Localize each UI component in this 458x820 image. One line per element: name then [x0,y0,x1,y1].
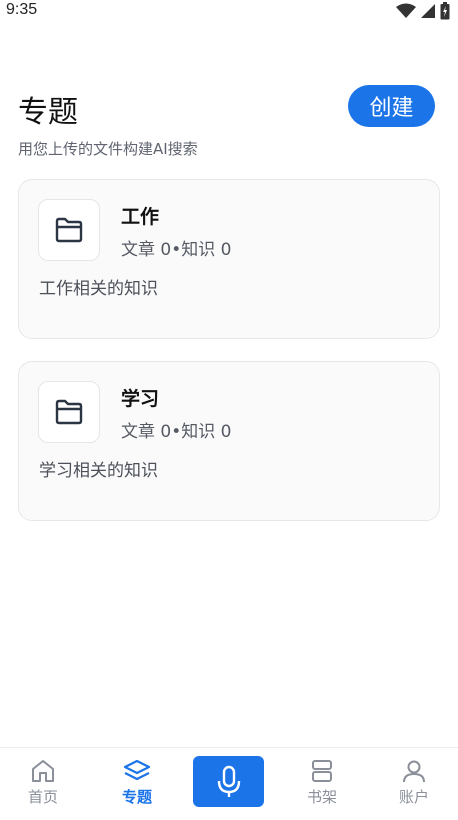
cell-signal-icon [421,4,435,18]
topic-icon-box [38,381,100,443]
topic-card-study[interactable]: 学习 文章 0•知识 0 学习相关的知识 [18,361,440,521]
bottom-nav: 首页 专题 书架 账户 [0,747,458,820]
folder-icon [55,217,83,243]
battery-icon [440,2,450,20]
nav-item-bookshelf[interactable]: 书架 [282,748,362,820]
home-icon [32,760,54,782]
wifi-icon [396,3,416,18]
status-time: 9:35 [6,1,38,18]
create-button[interactable]: 创建 [348,85,435,127]
folder-icon [55,399,83,425]
topic-icon-box [38,199,100,261]
microphone-icon [217,765,240,797]
topic-description: 工作相关的知识 [39,279,158,299]
topic-title: 学习 [121,388,160,410]
status-bar: 9:35 [0,0,458,24]
nav-item-topics[interactable]: 专题 [97,748,177,820]
topic-card-work[interactable]: 工作 文章 0•知识 0 工作相关的知识 [18,179,440,339]
topic-meta: 文章 0•知识 0 [121,240,232,260]
nav-label: 专题 [121,788,152,806]
layers-icon [123,759,151,781]
page-subtitle: 用您上传的文件构建AI搜索 [18,140,198,158]
topic-meta: 文章 0•知识 0 [121,422,232,442]
bookshelf-icon [312,760,332,782]
topic-title: 工作 [121,206,160,228]
page-title: 专题 [18,95,78,130]
nav-item-home[interactable]: 首页 [3,748,83,820]
nav-label: 首页 [27,788,58,806]
voice-input-button[interactable] [193,756,264,807]
nav-label: 书架 [306,788,337,806]
topic-description: 学习相关的知识 [39,461,158,481]
nav-item-account[interactable]: 账户 [374,748,454,820]
user-icon [403,760,425,783]
status-icons [396,2,450,20]
nav-label: 账户 [398,788,429,806]
